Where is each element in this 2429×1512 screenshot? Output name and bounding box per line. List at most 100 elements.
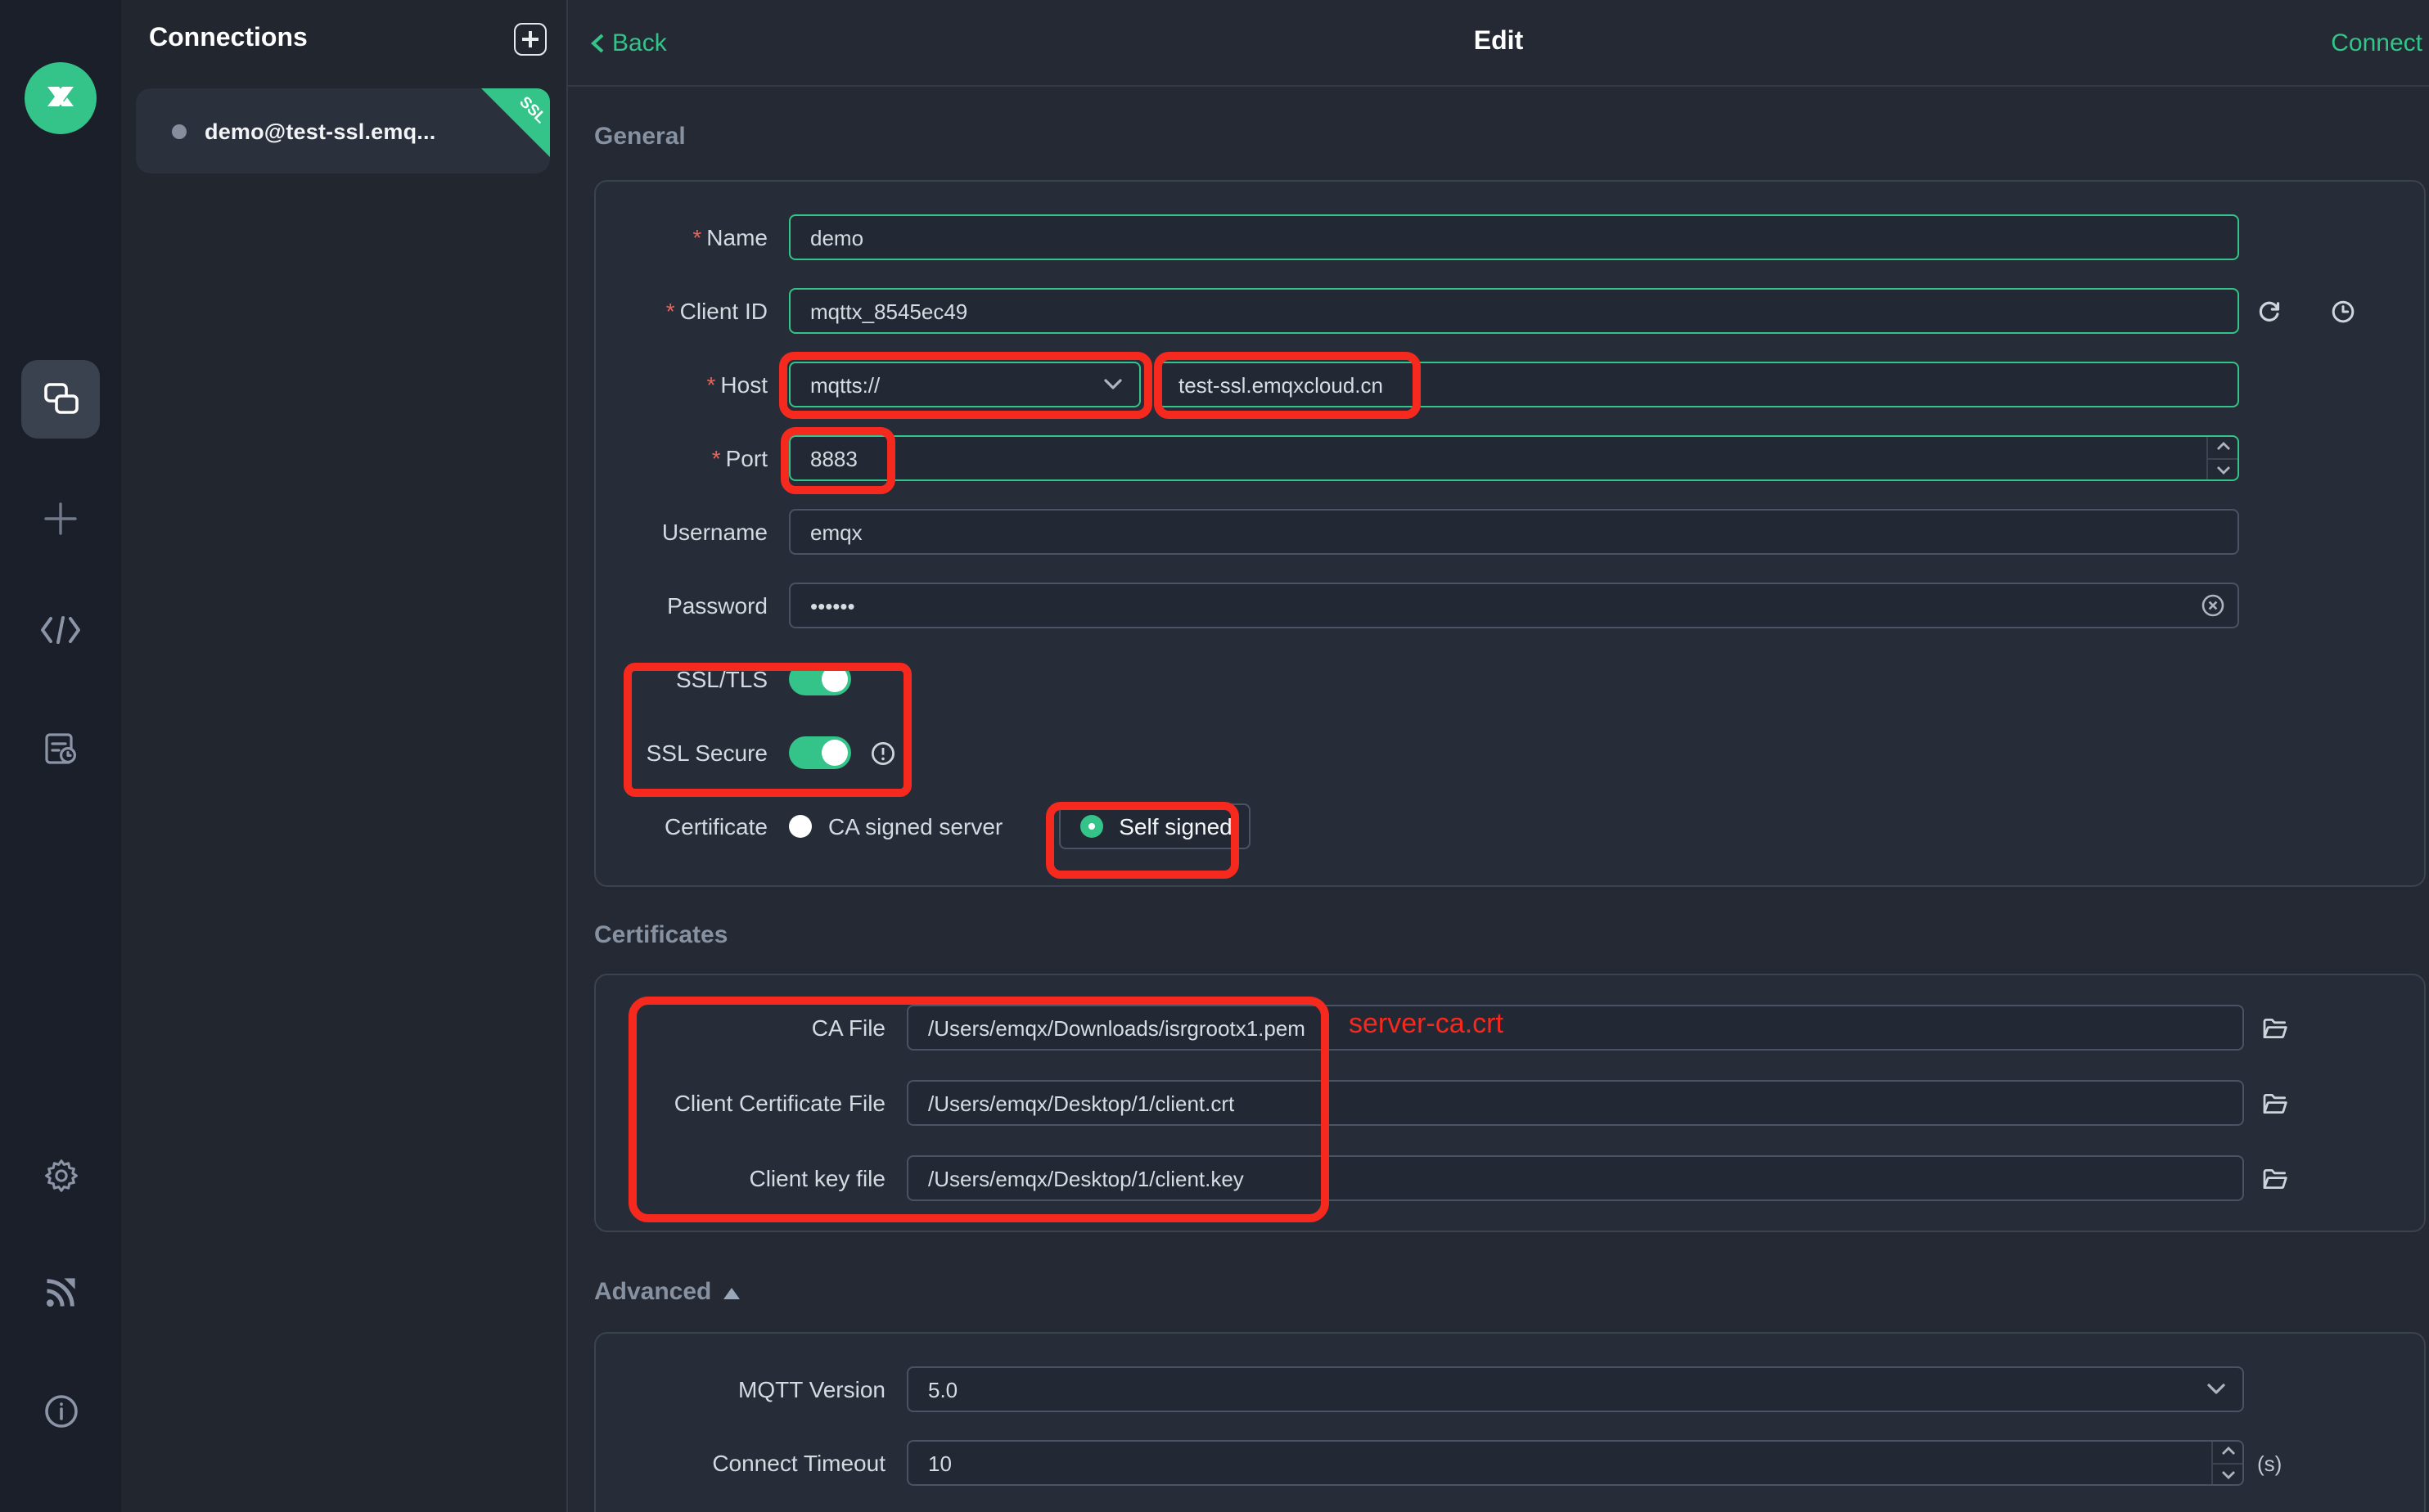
folder-open-icon[interactable]	[2262, 1015, 2288, 1040]
client-certificate-file-label: Client Certificate File	[622, 1090, 886, 1116]
chevron-down-icon	[2206, 1383, 2226, 1396]
sidebar-item-script[interactable]	[0, 614, 121, 646]
username-input[interactable]	[789, 509, 2239, 555]
clear-password-icon[interactable]	[2201, 594, 2224, 617]
radio-ca-signed-server[interactable]: CA signed server	[789, 813, 1003, 839]
rss-icon	[43, 1275, 79, 1311]
password-label: Password	[622, 592, 768, 619]
sidebar-item-log[interactable]	[0, 730, 121, 769]
certificate-row: Certificate CA signed server Self signed	[622, 803, 2398, 849]
certificates-card: CA File Client Certificate File	[594, 974, 2426, 1232]
connection-status-dot	[172, 124, 187, 138]
host-label: *Host	[622, 371, 768, 398]
host-row: *Host mqtts://	[622, 362, 2398, 407]
info-icon	[42, 1393, 79, 1430]
ssl-secure-row: SSL Secure	[622, 730, 2398, 776]
sidebar-item-settings[interactable]	[0, 1157, 121, 1195]
required-asterisk: *	[666, 298, 675, 324]
collapse-caret-icon	[723, 1287, 739, 1298]
connect-timeout-label: Connect Timeout	[622, 1450, 886, 1476]
connections-panel-title: Connections	[149, 25, 514, 54]
general-card: *Name *Client ID	[594, 180, 2426, 887]
port-input[interactable]	[789, 435, 2239, 481]
plus-icon	[41, 499, 80, 538]
ssl-tls-toggle[interactable]	[789, 663, 851, 695]
sidebar-item-connections[interactable]	[0, 360, 121, 439]
connection-list-item[interactable]: demo@test-ssl.emq... SSL	[136, 88, 550, 173]
section-heading-advanced[interactable]: Advanced	[594, 1278, 2426, 1306]
port-label: *Port	[622, 445, 768, 471]
client-id-input[interactable]	[789, 288, 2239, 334]
connect-timeout-row: Connect Timeout (s)	[622, 1440, 2398, 1486]
client-key-file-label: Client key file	[622, 1165, 886, 1191]
name-label: *Name	[622, 224, 768, 250]
gear-icon	[42, 1157, 79, 1195]
ssl-secure-toggle[interactable]	[789, 736, 851, 769]
mqtt-version-select[interactable]: 5.0	[907, 1366, 2244, 1412]
radio-unselected-icon	[789, 815, 812, 838]
stepper-up-icon	[2215, 443, 2230, 452]
section-heading-general: General	[594, 123, 2426, 151]
connect-timeout-stepper[interactable]	[2211, 1442, 2242, 1484]
ca-file-input[interactable]	[907, 1005, 2244, 1051]
edit-connection-view: Edit Back Connect General *Name *Client …	[566, 0, 2429, 1512]
required-asterisk: *	[712, 445, 721, 471]
client-certificate-file-input[interactable]	[907, 1080, 2244, 1126]
top-bar: Edit Back Connect	[568, 0, 2429, 87]
host-input[interactable]	[1157, 362, 2239, 407]
log-icon	[41, 730, 80, 769]
password-input[interactable]	[789, 583, 2239, 628]
ssl-secure-info-icon[interactable]	[871, 740, 895, 765]
mqttx-logo	[0, 62, 121, 134]
page-title: Edit	[568, 28, 2429, 57]
mqtt-version-value: 5.0	[928, 1377, 2206, 1402]
section-heading-certificates: Certificates	[594, 921, 2426, 949]
folder-open-icon[interactable]	[2262, 1166, 2288, 1190]
chevron-down-icon	[1103, 378, 1123, 391]
ssl-tls-row: SSL/TLS	[622, 656, 2398, 702]
username-label: Username	[622, 519, 768, 545]
connections-icon	[42, 380, 79, 418]
form-scroll-area: General *Name *Client ID	[568, 123, 2429, 1512]
password-row: Password	[622, 583, 2398, 628]
folder-open-icon[interactable]	[2262, 1091, 2288, 1115]
name-input[interactable]	[789, 214, 2239, 260]
sidebar-item-new-connection[interactable]	[0, 499, 121, 538]
client-key-file-input[interactable]	[907, 1155, 2244, 1201]
client-id-row: *Client ID	[622, 288, 2398, 334]
ca-file-label: CA File	[622, 1015, 886, 1041]
required-asterisk: *	[692, 224, 701, 250]
required-asterisk: *	[707, 371, 716, 398]
stepper-down-icon	[2215, 465, 2230, 475]
new-connection-button[interactable]	[514, 23, 547, 56]
mqtt-version-row: MQTT Version 5.0	[622, 1366, 2398, 1412]
port-stepper[interactable]	[2206, 437, 2237, 479]
ssl-secure-label: SSL Secure	[622, 740, 768, 766]
name-row: *Name	[622, 214, 2398, 260]
history-clock-icon[interactable]	[2331, 299, 2355, 323]
code-icon	[39, 614, 82, 646]
connection-name: demo@test-ssl.emq...	[205, 119, 435, 143]
client-certificate-file-row: Client Certificate File	[622, 1080, 2398, 1126]
protocol-select[interactable]: mqtts://	[789, 362, 1141, 407]
connect-timeout-input[interactable]	[907, 1440, 2244, 1486]
radio-self-signed[interactable]: Self signed	[1058, 803, 1251, 849]
sidebar-item-about[interactable]	[0, 1393, 121, 1430]
certificate-label: Certificate	[622, 813, 768, 839]
connect-button[interactable]: Connect	[2331, 29, 2422, 56]
advanced-card: MQTT Version 5.0 Connect Timeout	[594, 1332, 2426, 1512]
radio-selected-icon	[1079, 815, 1102, 838]
protocol-value: mqtts://	[810, 372, 1103, 397]
stepper-up-icon	[2220, 1447, 2235, 1457]
mqttx-logo-icon	[25, 62, 97, 134]
client-key-file-row: Client key file	[622, 1155, 2398, 1201]
sidebar-item-news[interactable]	[0, 1275, 121, 1311]
mqtt-version-label: MQTT Version	[622, 1376, 886, 1402]
ca-file-row: CA File	[622, 1005, 2398, 1051]
port-row: *Port	[622, 435, 2398, 481]
app-window: Connections demo@test-ssl.emq... SSL Edi…	[0, 0, 2429, 1512]
timeout-unit: (s)	[2257, 1451, 2282, 1475]
connections-panel: Connections demo@test-ssl.emq... SSL	[121, 0, 566, 1512]
username-row: Username	[622, 509, 2398, 555]
refresh-icon[interactable]	[2257, 299, 2282, 323]
